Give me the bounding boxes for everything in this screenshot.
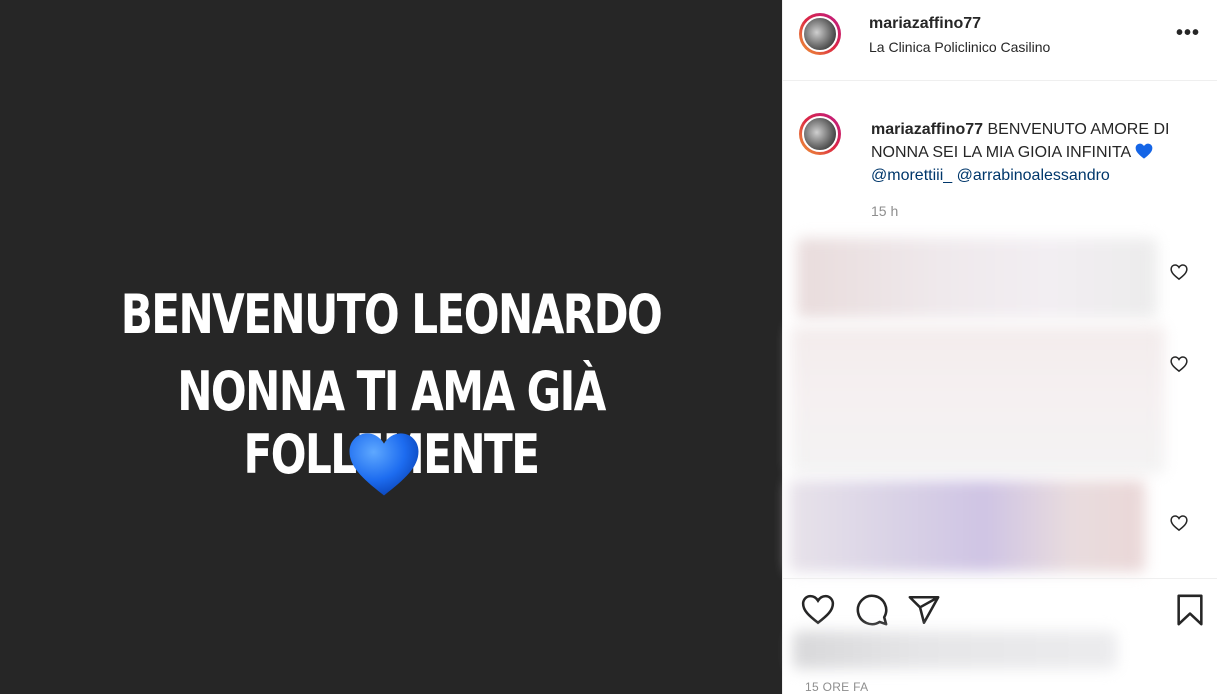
more-options-icon[interactable]: ••• [1176,22,1200,45]
post-media[interactable]: BENVENUTO LEONARDO NONNA TI AMA GIÀ FOLL… [0,0,782,694]
story-text-line1: BENVENUTO LEONARDO [120,283,663,346]
comment-like-icon[interactable] [1170,263,1188,281]
caption-avatar[interactable] [799,113,841,155]
post-header: mariazaffino77 La Clinica Policlinico Ca… [783,0,1217,81]
caption-username[interactable]: mariazaffino77 [871,121,983,138]
comment-icon[interactable] [855,593,889,627]
comment-like-icon[interactable] [1170,514,1188,532]
blurred-comment [791,326,1165,474]
mention-link[interactable]: @arrabinoalessandro [957,167,1110,184]
blurred-comment [789,480,1145,572]
header-username[interactable]: mariazaffino77 [869,15,1050,33]
blurred-likes [793,631,1117,669]
post-caption: mariazaffino77 BENVENUTO AMORE DI NONNA … [871,118,1201,187]
header-location[interactable]: La Clinica Policlinico Casilino [869,39,1050,55]
blurred-comment [797,238,1157,318]
comment-like-icon[interactable] [1170,355,1188,373]
post-actions-bar: 15 ORE FA [783,578,1217,695]
caption-timestamp[interactable]: 15 h [871,203,898,219]
like-icon[interactable] [801,593,835,627]
blue-heart-emoji-icon [1135,143,1153,159]
post-side-panel: mariazaffino77 La Clinica Policlinico Ca… [782,0,1217,694]
avatar[interactable] [799,13,841,55]
mention-link[interactable]: @morettiii_ [871,167,952,184]
blue-heart-icon [349,433,419,496]
bookmark-icon[interactable] [1173,593,1207,627]
share-icon[interactable] [907,593,941,627]
post-time-ago[interactable]: 15 ORE FA [805,680,868,694]
